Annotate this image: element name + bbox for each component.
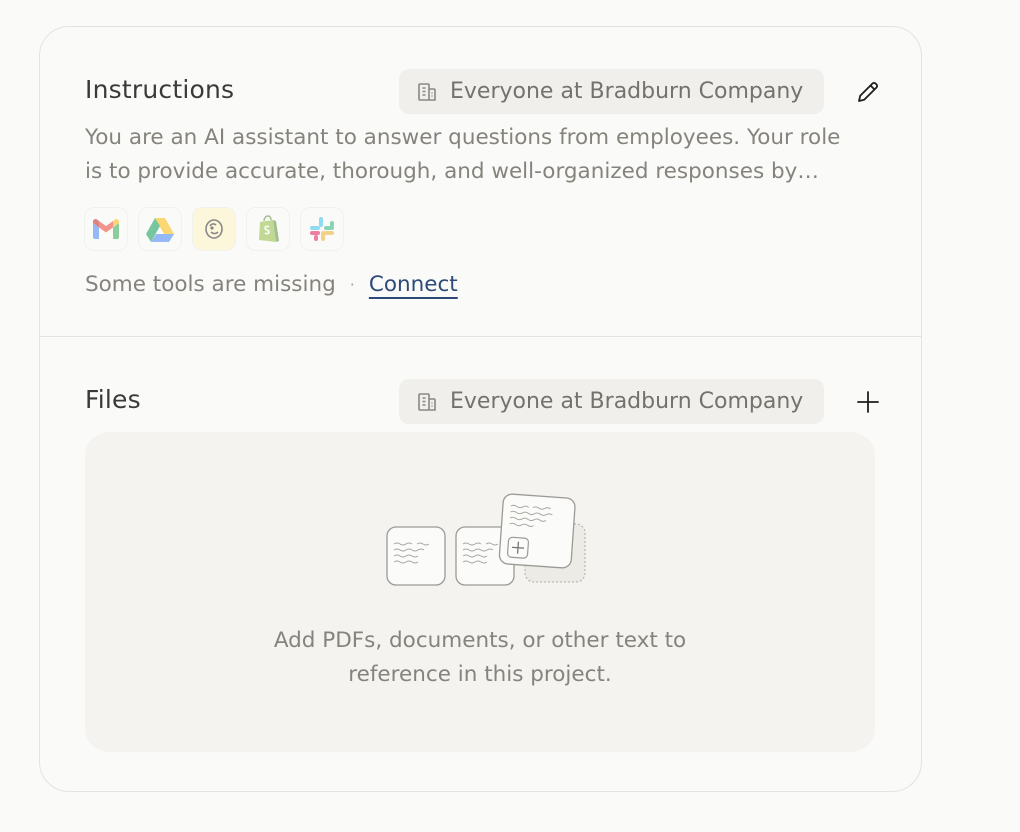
tool-icons-row (84, 207, 344, 251)
files-title: Files (85, 385, 141, 414)
add-file-button[interactable] (850, 384, 886, 420)
connect-link[interactable]: Connect (369, 272, 458, 297)
description-line: is to provide accurate, thorough, and we… (85, 159, 819, 184)
plus-icon (857, 391, 879, 413)
dropzone-line: Add PDFs, documents, or other text to (273, 628, 687, 653)
edit-instructions-button[interactable] (850, 74, 886, 110)
instructions-title: Instructions (85, 75, 235, 104)
missing-tools-text: Some tools are missing (85, 272, 336, 297)
scope-label: Everyone at Bradburn Company (450, 389, 804, 414)
files-scope-pill[interactable]: Everyone at Bradburn Company (399, 379, 824, 424)
building-icon (418, 392, 436, 411)
file-dropzone[interactable]: Add PDFs, documents, or other text to re… (85, 432, 875, 752)
scope-label: Everyone at Bradburn Company (450, 79, 804, 104)
documents-illustration-icon (386, 493, 586, 586)
google-drive-icon[interactable] (138, 207, 182, 251)
description-line: You are an AI assistant to answer questi… (85, 125, 841, 150)
separator-dot: · (349, 275, 355, 294)
instructions-description: You are an AI assistant to answer questi… (85, 121, 885, 189)
shopify-icon[interactable] (246, 207, 290, 251)
instructions-section: Instructions Everyone at Bradburn Compan… (40, 27, 921, 337)
building-icon (418, 82, 436, 101)
dropzone-message: Add PDFs, documents, or other text to re… (85, 624, 875, 692)
mailchimp-icon[interactable] (192, 207, 236, 251)
instructions-scope-pill[interactable]: Everyone at Bradburn Company (399, 69, 824, 114)
files-section: Files Everyone at Bradburn Company Add P… (40, 336, 921, 791)
missing-tools-row: Some tools are missing · Connect (85, 272, 458, 297)
gmail-icon[interactable] (84, 207, 128, 251)
dropzone-line: reference in this project. (348, 662, 612, 687)
pencil-icon (858, 81, 879, 102)
slack-icon[interactable] (300, 207, 344, 251)
project-knowledge-card: Instructions Everyone at Bradburn Compan… (39, 26, 922, 792)
